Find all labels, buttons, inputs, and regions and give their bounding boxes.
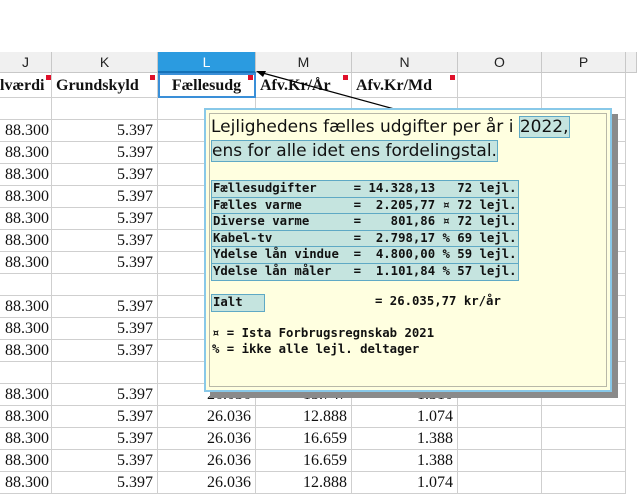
cell-p[interactable] bbox=[542, 450, 626, 472]
cell-l[interactable]: 26.036 bbox=[158, 472, 256, 494]
cell-j[interactable]: 88.300 bbox=[0, 208, 52, 230]
cell-o[interactable] bbox=[458, 472, 542, 494]
cell-j[interactable]: 88.300 bbox=[0, 472, 52, 494]
comment-total-value: = 26.035,77 kr/år bbox=[375, 294, 501, 308]
cell-j[interactable]: 88.300 bbox=[0, 406, 52, 428]
cell-m[interactable]: 12.888 bbox=[256, 406, 352, 428]
cell-n-header[interactable]: Afv.Kr/Md bbox=[352, 73, 458, 98]
cell-j[interactable]: 88.300 bbox=[0, 186, 52, 208]
comment-title-line2: ens for alle idet ens fordelingstal. bbox=[211, 140, 498, 162]
cell-k[interactable]: 5.397 bbox=[52, 428, 158, 450]
cell-n[interactable]: 1.388 bbox=[352, 450, 458, 472]
cell-m[interactable]: 12.888 bbox=[256, 472, 352, 494]
comment-expense-line: Fællesudgifter = 14.328,13 72 lejl. bbox=[211, 180, 519, 198]
cell-j[interactable] bbox=[0, 362, 52, 384]
comment-total-label: Ialt bbox=[211, 294, 265, 312]
cell-k[interactable]: 5.397 bbox=[52, 296, 158, 318]
comment-expense-line: Kabel-tv = 2.798,17 % 69 lejl. bbox=[211, 229, 519, 248]
cell-k[interactable]: 5.397 bbox=[52, 230, 158, 252]
cell-l[interactable]: 26.036 bbox=[158, 450, 256, 472]
comment-marker-l bbox=[248, 75, 253, 80]
comment-marker-j bbox=[46, 75, 51, 80]
cell-j[interactable] bbox=[0, 98, 52, 120]
cell-p[interactable] bbox=[542, 472, 626, 494]
cell-k[interactable]: 5.397 bbox=[52, 450, 158, 472]
cell-k[interactable]: 5.397 bbox=[52, 186, 158, 208]
cell-j[interactable]: 88.300 bbox=[0, 450, 52, 472]
cell-n[interactable]: 1.074 bbox=[352, 472, 458, 494]
cell-l[interactable]: 26.036 bbox=[158, 406, 256, 428]
cell-n[interactable]: 1.074 bbox=[352, 406, 458, 428]
comment-expense-line: Ydelse lån måler = 1.101,84 % 57 lejl. bbox=[211, 262, 519, 281]
comment-marker-k bbox=[150, 75, 155, 80]
cell-l[interactable]: 26.036 bbox=[158, 428, 256, 450]
cell-k-header[interactable]: Grundskyld bbox=[52, 73, 158, 98]
cell-j[interactable]: 88.300 bbox=[0, 142, 52, 164]
comment-year: 2022, bbox=[518, 116, 570, 138]
cell-j[interactable] bbox=[0, 274, 52, 296]
cell-k[interactable]: 5.397 bbox=[52, 406, 158, 428]
cell-o[interactable] bbox=[458, 450, 542, 472]
cell-k[interactable] bbox=[52, 98, 158, 120]
cell-p[interactable] bbox=[542, 406, 626, 428]
cell-k[interactable]: 5.397 bbox=[52, 208, 158, 230]
cell-k[interactable] bbox=[52, 362, 158, 384]
cell-j[interactable]: 88.300 bbox=[0, 296, 52, 318]
cell-m[interactable]: 16.659 bbox=[256, 450, 352, 472]
comment-footnote-percent: % = ikke alle lejl. deltager bbox=[212, 342, 420, 356]
cell-m[interactable]: 16.659 bbox=[256, 428, 352, 450]
cell-j[interactable]: 88.300 bbox=[0, 318, 52, 340]
cell-k[interactable]: 5.397 bbox=[52, 164, 158, 186]
cell-k[interactable]: 5.397 bbox=[52, 142, 158, 164]
cell-k[interactable]: 5.397 bbox=[52, 340, 158, 362]
cell-k[interactable]: 5.397 bbox=[52, 384, 158, 406]
cell-o[interactable] bbox=[458, 428, 542, 450]
cell-j[interactable]: 88.300 bbox=[0, 428, 52, 450]
comment-expense-line: Ydelse lån vindue = 4.800,00 % 59 lejl. bbox=[211, 246, 519, 264]
cell-comment-popup[interactable]: Lejlighedens fælles udgifter per år i 20… bbox=[204, 108, 612, 392]
comment-title-line1: Lejlighedens fælles udgifter per år i bbox=[211, 117, 519, 137]
cell-j[interactable]: 88.300 bbox=[0, 252, 52, 274]
comment-footnote-ista: ¤ = Ista Forbrugsregnskab 2021 bbox=[212, 326, 435, 340]
cell-j[interactable]: 88.300 bbox=[0, 120, 52, 142]
cell-l-header[interactable]: Fællesudg bbox=[158, 73, 256, 98]
col-header-l[interactable]: L bbox=[158, 52, 256, 73]
cell-j[interactable]: 88.300 bbox=[0, 164, 52, 186]
cell-k[interactable]: 5.397 bbox=[52, 318, 158, 340]
cell-k[interactable] bbox=[52, 274, 158, 296]
cell-j[interactable]: 88.300 bbox=[0, 384, 52, 406]
cell-j[interactable]: 88.300 bbox=[0, 230, 52, 252]
cell-p[interactable] bbox=[542, 428, 626, 450]
col-header-p[interactable]: P bbox=[542, 52, 626, 73]
cell-p-header[interactable] bbox=[542, 73, 626, 98]
comment-expense-line: Diverse varme = 801,86 ¤ 72 lejl. bbox=[211, 213, 519, 231]
comment-expense-line: Fælles varme = 2.205,77 ¤ 72 lejl. bbox=[211, 196, 519, 215]
col-header-k[interactable]: K bbox=[52, 52, 158, 73]
cell-j-header[interactable]: lværdi bbox=[0, 73, 52, 98]
col-header-q[interactable] bbox=[626, 52, 637, 73]
col-header-n[interactable]: N bbox=[352, 52, 458, 73]
cell-n[interactable]: 1.388 bbox=[352, 428, 458, 450]
cell-k[interactable]: 5.397 bbox=[52, 472, 158, 494]
col-header-j[interactable]: J bbox=[0, 52, 52, 73]
cell-k[interactable]: 5.397 bbox=[52, 120, 158, 142]
cell-o[interactable] bbox=[458, 406, 542, 428]
comment-marker-n bbox=[450, 75, 455, 80]
cell-k[interactable]: 5.397 bbox=[52, 252, 158, 274]
col-header-m[interactable]: M bbox=[256, 52, 352, 73]
comment-marker-m bbox=[343, 75, 348, 80]
col-header-o[interactable]: O bbox=[458, 52, 542, 73]
cell-j[interactable]: 88.300 bbox=[0, 340, 52, 362]
cell-o-header[interactable] bbox=[458, 73, 542, 98]
cell-m-header[interactable]: Afv.Kr/År bbox=[256, 73, 352, 98]
comment-title: Lejlighedens fælles udgifter per år i 20… bbox=[211, 115, 570, 163]
